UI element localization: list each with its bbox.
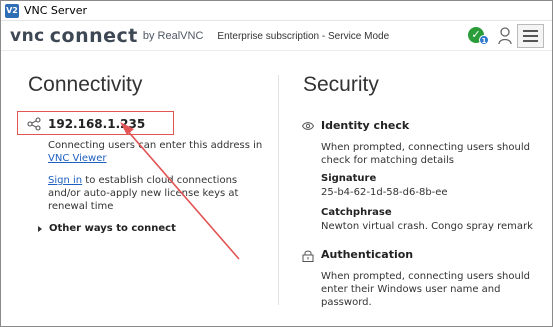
subscription-status: Enterprise subscription - Service Mode: [217, 30, 390, 42]
eye-icon: [302, 122, 314, 130]
menu-icon-bar: [523, 35, 538, 37]
identity-check-heading: Identity check: [321, 119, 410, 132]
brand-by-realvnc: by RealVNC: [142, 30, 204, 42]
share-icon[interactable]: [27, 117, 41, 131]
brand-logo-connect: connect: [49, 25, 138, 47]
menu-icon-bar: [523, 30, 538, 32]
connect-hint-text: Connecting users can enter this address …: [48, 139, 263, 165]
ip-address[interactable]: 192.168.1.235: [48, 117, 145, 131]
user-icon[interactable]: [497, 26, 513, 46]
app-icon: V2: [5, 3, 19, 18]
notification-badge[interactable]: 1: [479, 35, 489, 45]
other-ways-label: Other ways to connect: [49, 223, 176, 234]
authentication-description: When prompted, connecting users should e…: [321, 271, 530, 308]
security-panel: Security Identity check When prompted, c…: [278, 51, 552, 327]
vnc-server-window: V2 VNC Server vnc connect by RealVNC Ent…: [0, 0, 553, 327]
window-title: VNC Server: [24, 4, 88, 17]
connectivity-title: Connectivity: [28, 73, 143, 96]
expand-triangle-icon: [38, 225, 42, 232]
brand-logo-vnc: vnc: [10, 26, 45, 46]
menu-button[interactable]: [517, 24, 544, 48]
security-title: Security: [303, 73, 379, 96]
sign-in-link[interactable]: Sign in: [48, 175, 82, 186]
connectivity-panel: Connectivity 192.168.1.235 Connecting us…: [1, 51, 277, 327]
lock-icon: [302, 250, 314, 262]
other-ways-to-connect[interactable]: Other ways to connect: [38, 223, 176, 234]
title-bar[interactable]: V2 VNC Server: [1, 1, 552, 21]
signin-text: Sign in to establish cloud connections a…: [48, 174, 268, 213]
authentication-heading: Authentication: [321, 248, 414, 261]
catchphrase-label: Catchphrase: [321, 207, 392, 218]
connect-hint-label: Connecting users can enter this address …: [48, 140, 263, 151]
catchphrase-value: Newton virtual crash. Congo spray remark: [321, 221, 533, 232]
identity-check-description: When prompted, connecting users should c…: [321, 142, 530, 166]
signature-value: 25-b4-62-1d-58-d6-8b-ee: [321, 187, 448, 198]
menu-icon-bar: [523, 40, 538, 42]
header-bar: vnc connect by RealVNC Enterprise subscr…: [1, 22, 552, 51]
vnc-viewer-link[interactable]: VNC Viewer: [48, 153, 106, 164]
signature-label: Signature: [321, 173, 377, 184]
